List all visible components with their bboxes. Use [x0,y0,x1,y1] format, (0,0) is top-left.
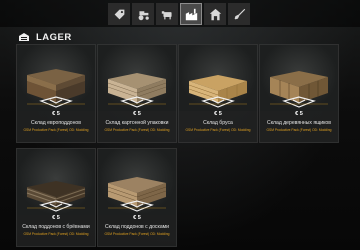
item-thumbnail [98,45,176,111]
shovel-icon [234,8,245,19]
shop-item-wooden-crate-storage[interactable]: € 5 Склад деревянных ящиков GSM Producti… [259,44,339,143]
category-header: LAGER [18,31,72,43]
item-thumbnail [98,149,176,215]
price-tag-icon [114,9,124,19]
tab-landscaping[interactable] [228,3,250,25]
item-price: € 5 [52,215,60,221]
item-source: GSM Productive Pack (Forest) OD: Modding [23,232,89,236]
category-title: LAGER [36,31,72,43]
item-source: GSM Productive Pack (Forest) OD: Modding [104,128,170,132]
tab-animals[interactable] [156,3,178,25]
tab-buildings[interactable] [204,3,226,25]
item-name: Склад картонной упаковки [105,120,169,126]
item-source: GSM Productive Pack (Forest) OD: Modding [104,232,170,236]
item-name: Склад деревянных ящиков [267,120,331,126]
shop-item-cardboard-storage[interactable]: € 5 Склад картонной упаковки GSM Product… [97,44,177,143]
item-price: € 5 [52,111,60,117]
timber-beam-stack-icon [188,75,247,108]
shop-item-timber-beam-storage[interactable]: € 5 Склад бруса GSM Productive Pack (For… [178,44,258,143]
item-price: € 5 [133,215,141,221]
shop-item-plank-pallet-storage[interactable]: € 5 Склад поддонов с досками GSM Product… [97,148,177,247]
house-icon [209,8,221,20]
item-thumbnail [17,149,95,215]
item-source: GSM Productive Pack (Forest) OD: Modding [266,128,332,132]
tab-vehicles[interactable] [132,3,154,25]
euro-pallet-stack-icon [27,69,85,108]
wooden-crate-stack-icon [270,71,328,108]
plank-pallet-stack-icon [107,177,167,212]
item-name: Склад поддонов с досками [104,224,169,230]
top-menu-bar [0,0,360,27]
item-thumbnail [17,45,95,111]
log-pallet-stack-icon [26,181,86,212]
production-icon [185,8,197,20]
tractor-icon [138,10,149,20]
shop-item-euro-pallet-storage[interactable]: € 5 Склад европоддонов GSM Productive Pa… [16,44,96,143]
tab-prices[interactable] [108,3,130,25]
item-thumbnail [260,45,338,111]
item-price: € 5 [133,111,141,117]
shop-item-log-pallet-storage[interactable]: € 5 Склад поддонов с брёвнами GSM Produc… [16,148,96,247]
storage-icon [19,33,29,41]
item-price: € 5 [214,111,222,117]
item-price: € 5 [295,111,303,117]
item-name: Склад европоддонов [31,120,81,126]
item-name: Склад бруса [203,120,233,126]
animal-icon [161,10,172,19]
tab-productions[interactable] [180,3,202,25]
menu-tabs [108,3,250,25]
item-name: Склад поддонов с брёвнами [22,224,90,230]
item-source: GSM Productive Pack (Forest) OD: Modding [23,128,89,132]
item-source: GSM Productive Pack (Forest) OD: Modding [185,128,251,132]
item-thumbnail [179,45,257,111]
cardboard-pallet-stack-icon [107,73,167,108]
